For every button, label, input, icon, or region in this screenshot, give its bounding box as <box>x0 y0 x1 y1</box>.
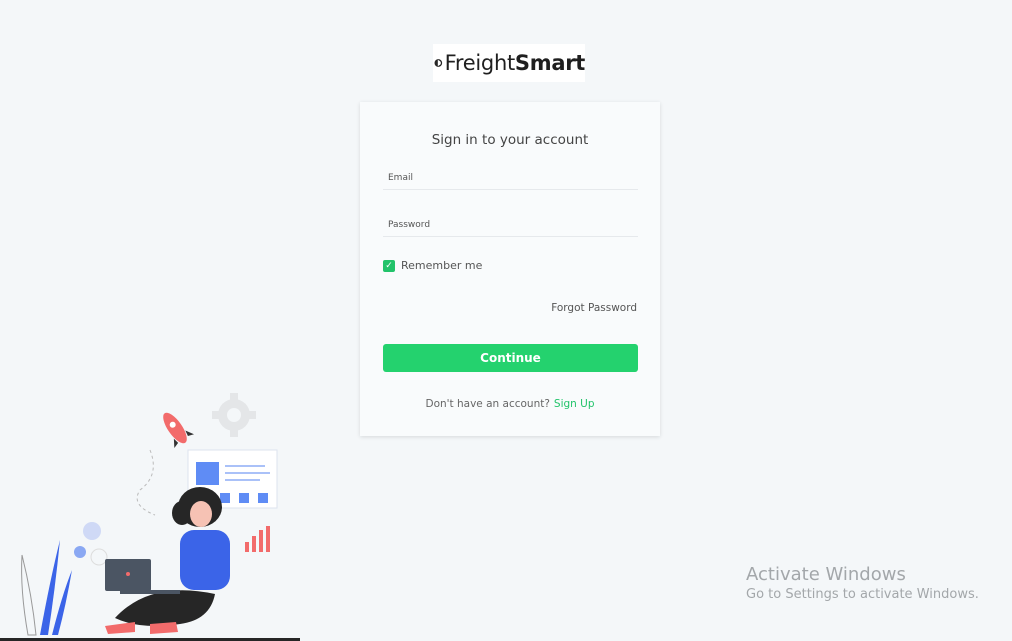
freightsmart-logo-icon <box>434 59 443 67</box>
page-title: Sign in to your account <box>431 132 589 148</box>
remember-label: Remember me <box>401 259 483 272</box>
windows-activation-watermark: Activate Windows Go to Settings to activ… <box>746 564 979 602</box>
forgot-password-link[interactable]: Forgot Password <box>551 302 637 314</box>
remember-me-option[interactable]: ✓ Remember me <box>383 259 482 272</box>
password-field[interactable] <box>383 213 638 237</box>
signup-prompt: Don't have an account? <box>425 398 550 410</box>
rocket-icon <box>163 412 195 448</box>
watermark-subtitle: Go to Settings to activate Windows. <box>746 587 979 602</box>
login-card: Sign in to your account ✓ Remember me Fo… <box>360 102 660 436</box>
email-field[interactable] <box>383 166 638 190</box>
remember-checkbox[interactable]: ✓ <box>383 259 395 272</box>
signup-row: Don't have an account? Sign Up <box>360 398 660 410</box>
checkmark-icon: ✓ <box>385 260 393 271</box>
brand-logo: FreightSmart <box>433 44 585 82</box>
watermark-title: Activate Windows <box>746 564 906 585</box>
signup-link[interactable]: Sign Up <box>554 398 595 410</box>
woman-laptop-illustration <box>0 393 300 641</box>
bar-chart-icon <box>245 526 270 552</box>
continue-button[interactable]: Continue <box>383 344 638 372</box>
gear-icon <box>212 393 256 437</box>
brand-name: FreightSmart <box>444 51 586 75</box>
